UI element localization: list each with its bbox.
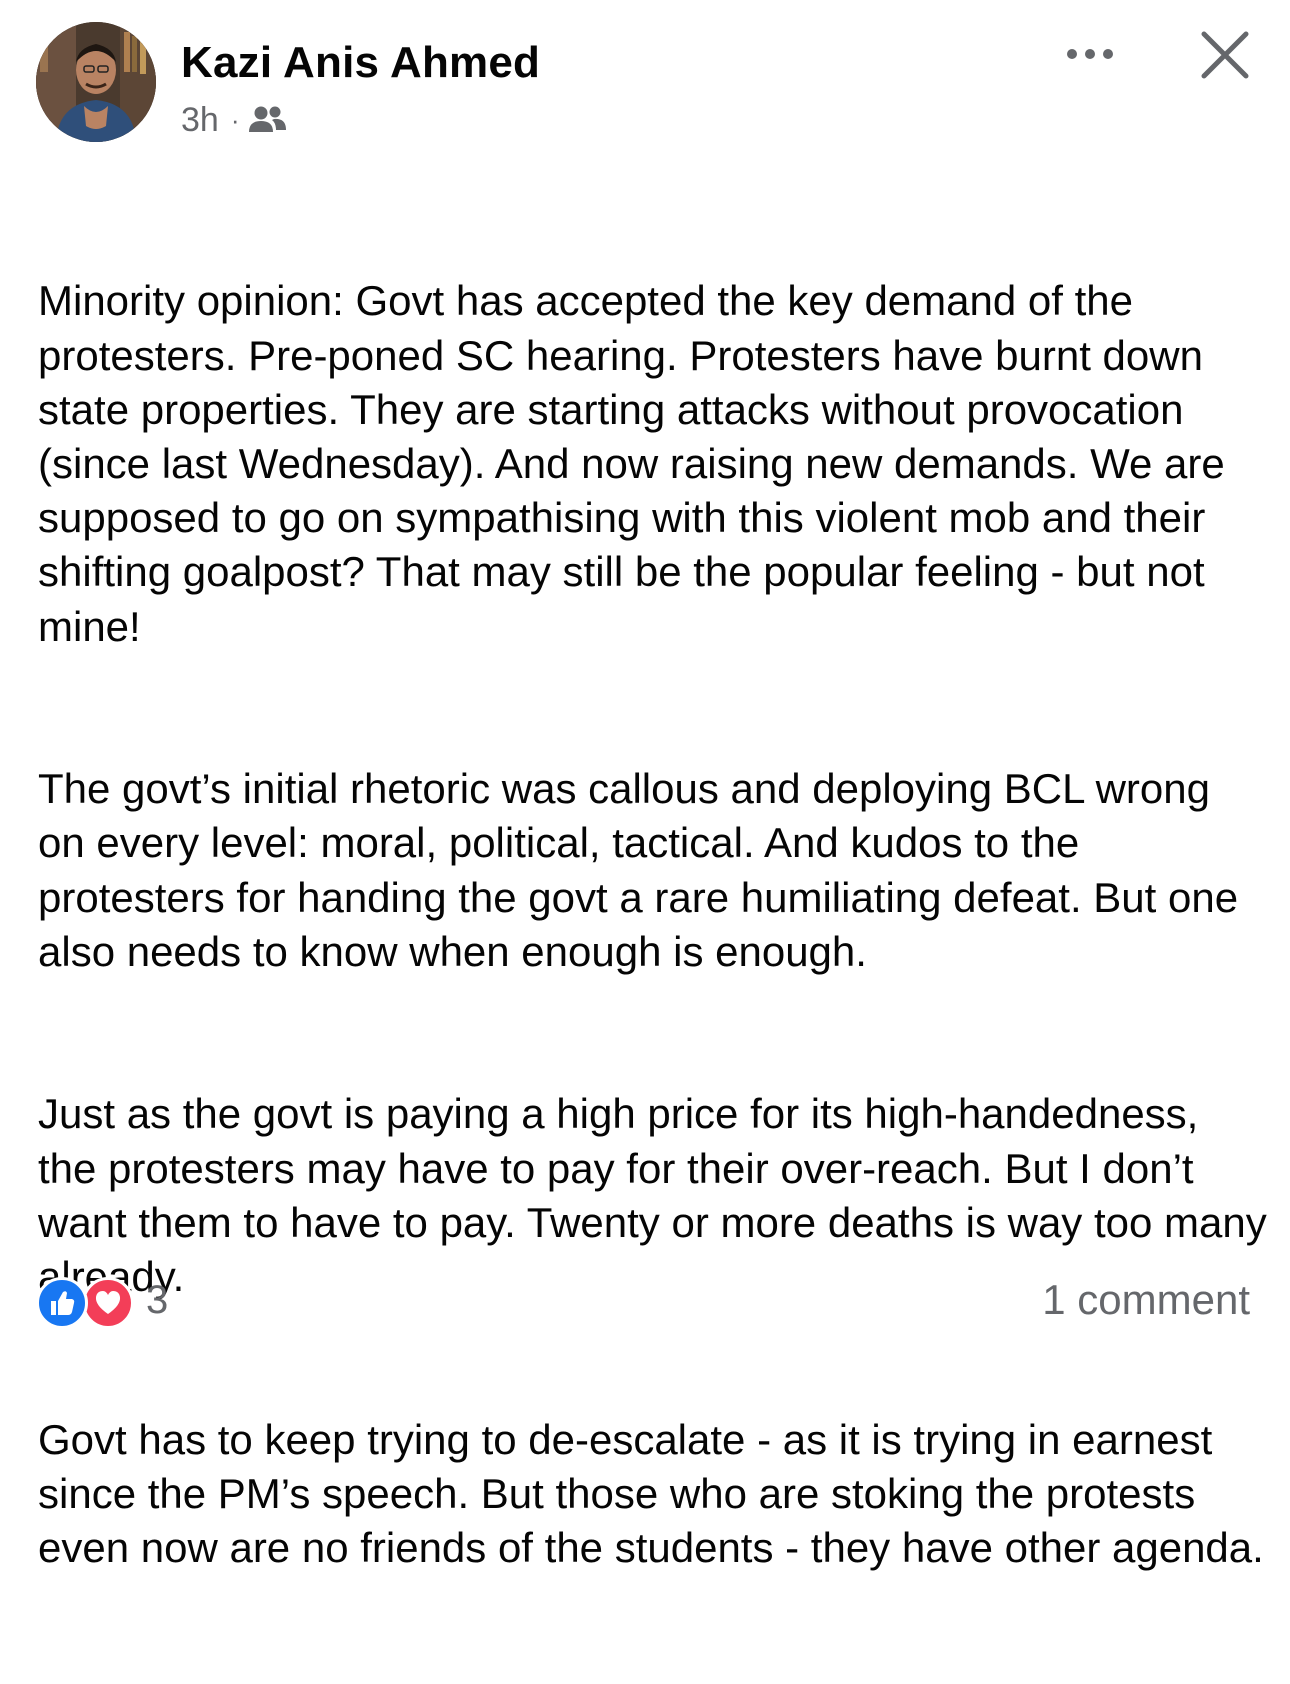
comment-count-link[interactable]: 1 comment (1042, 1276, 1250, 1324)
close-button[interactable] (1196, 26, 1254, 84)
more-options-button[interactable] (1062, 36, 1122, 72)
author-avatar[interactable] (36, 22, 156, 142)
avatar-photo (36, 22, 156, 142)
post-paragraph: The govt’s initial rhetoric was callous … (38, 765, 1250, 975)
reactions-summary[interactable]: 3 (36, 1274, 169, 1329)
facebook-post: Kazi Anis Ahmed 3h · Minority opinion: G… (0, 0, 1290, 1571)
reaction-icons (36, 1274, 136, 1329)
post-body: Minority opinion: Govt has accepted the … (38, 166, 1268, 1684)
reaction-count: 3 (146, 1277, 169, 1322)
post-paragraph: Minority opinion: Govt has accepted the … (38, 277, 1237, 650)
post-paragraph: Just as the govt is paying a high price … (38, 1090, 1267, 1300)
author-name[interactable]: Kazi Anis Ahmed (181, 38, 540, 88)
post-time[interactable]: 3h (181, 101, 219, 140)
post-meta: 3h · (181, 100, 288, 140)
love-icon (82, 1277, 134, 1329)
friends-icon[interactable] (248, 104, 288, 136)
more-horizontal-icon (1067, 49, 1113, 59)
close-icon (1201, 31, 1249, 79)
like-icon (36, 1277, 88, 1329)
post-paragraph: Govt has to keep trying to de-escalate -… (38, 1415, 1264, 1572)
meta-separator: · (230, 104, 240, 135)
